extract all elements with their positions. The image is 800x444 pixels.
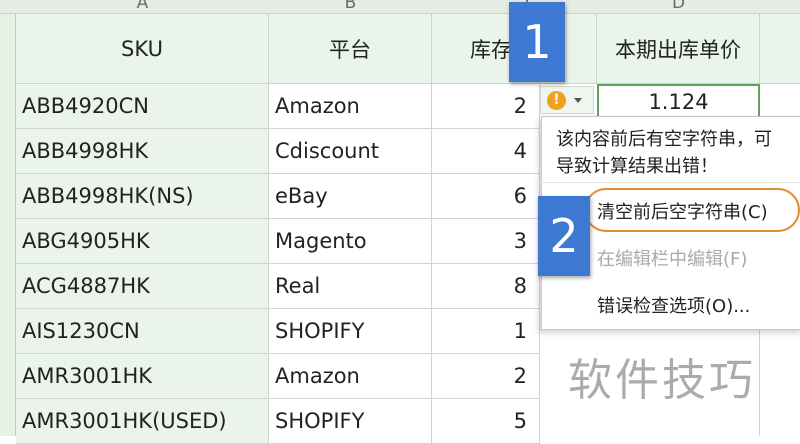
chevron-down-icon	[574, 97, 582, 103]
cell-stock[interactable]: 1	[432, 309, 540, 354]
menu-divider	[541, 182, 800, 183]
cell-sku[interactable]: ABB4998HK	[16, 129, 269, 174]
menu-item-error-check-options[interactable]: 错误检查选项(O)...	[597, 292, 750, 318]
error-message-line1: 该内容前后有空字符串，可	[556, 129, 772, 150]
cell-stock[interactable]: 6	[432, 174, 540, 219]
watermark: 软件技巧	[568, 355, 756, 406]
column-letter-bar: A B C D	[0, 0, 800, 14]
header-unit-price[interactable]: 本期出库单价	[597, 14, 760, 84]
row-header-1[interactable]	[0, 14, 16, 84]
cell-platform[interactable]: SHOPIFY	[269, 309, 432, 354]
cell-sku[interactable]: ABG4905HK	[16, 219, 269, 264]
warning-icon: !	[547, 90, 566, 110]
cell-sku[interactable]: AIS1230CN	[16, 309, 269, 354]
cell-platform[interactable]: Cdiscount	[269, 129, 432, 174]
cell-platform[interactable]: Amazon	[269, 354, 432, 399]
cell-platform[interactable]: SHOPIFY	[269, 399, 432, 444]
cell-sku[interactable]: ABB4920CN	[16, 84, 269, 129]
cell-stock[interactable]: 4	[432, 129, 540, 174]
cell-platform[interactable]: Magento	[269, 219, 432, 264]
header-sku[interactable]: SKU	[16, 14, 269, 84]
header-platform[interactable]: 平台	[269, 14, 432, 84]
cell-stock[interactable]: 5	[432, 399, 540, 444]
cell-stock[interactable]: 8	[432, 264, 540, 309]
column-letter-b[interactable]: B	[269, 0, 432, 13]
cell-stock[interactable]: 3	[432, 219, 540, 264]
step-badge-1: 1	[509, 2, 565, 82]
selected-cell-unit-price[interactable]: 1.124	[597, 84, 760, 120]
highlight-ring	[584, 188, 800, 232]
cell-sku[interactable]: AMR3001HK(USED)	[16, 399, 269, 444]
step-badge-2: 2	[538, 196, 590, 276]
cell-sku[interactable]: AMR3001HK	[16, 354, 269, 399]
column-letter-a[interactable]: A	[16, 0, 269, 13]
cell-platform[interactable]: Amazon	[269, 84, 432, 129]
cell-stock[interactable]: 2	[432, 354, 540, 399]
column-letter-d[interactable]: D	[597, 0, 760, 13]
row-header-strip[interactable]	[0, 84, 16, 436]
cell-sku[interactable]: ACG4887HK	[16, 264, 269, 309]
error-message: 该内容前后有空字符串，可 导致计算结果出错！	[556, 126, 800, 180]
cell-platform[interactable]: Real	[269, 264, 432, 309]
cell-stock[interactable]: 2	[432, 84, 540, 129]
cell-sku[interactable]: ABB4998HK(NS)	[16, 174, 269, 219]
error-warning-button[interactable]: !	[540, 86, 594, 114]
header-extra[interactable]	[760, 14, 800, 84]
cell-platform[interactable]: eBay	[269, 174, 432, 219]
menu-item-edit-in-formula-bar[interactable]: 在编辑栏中编辑(F)	[597, 245, 747, 271]
error-message-line2: 导致计算结果出错！	[556, 156, 718, 177]
